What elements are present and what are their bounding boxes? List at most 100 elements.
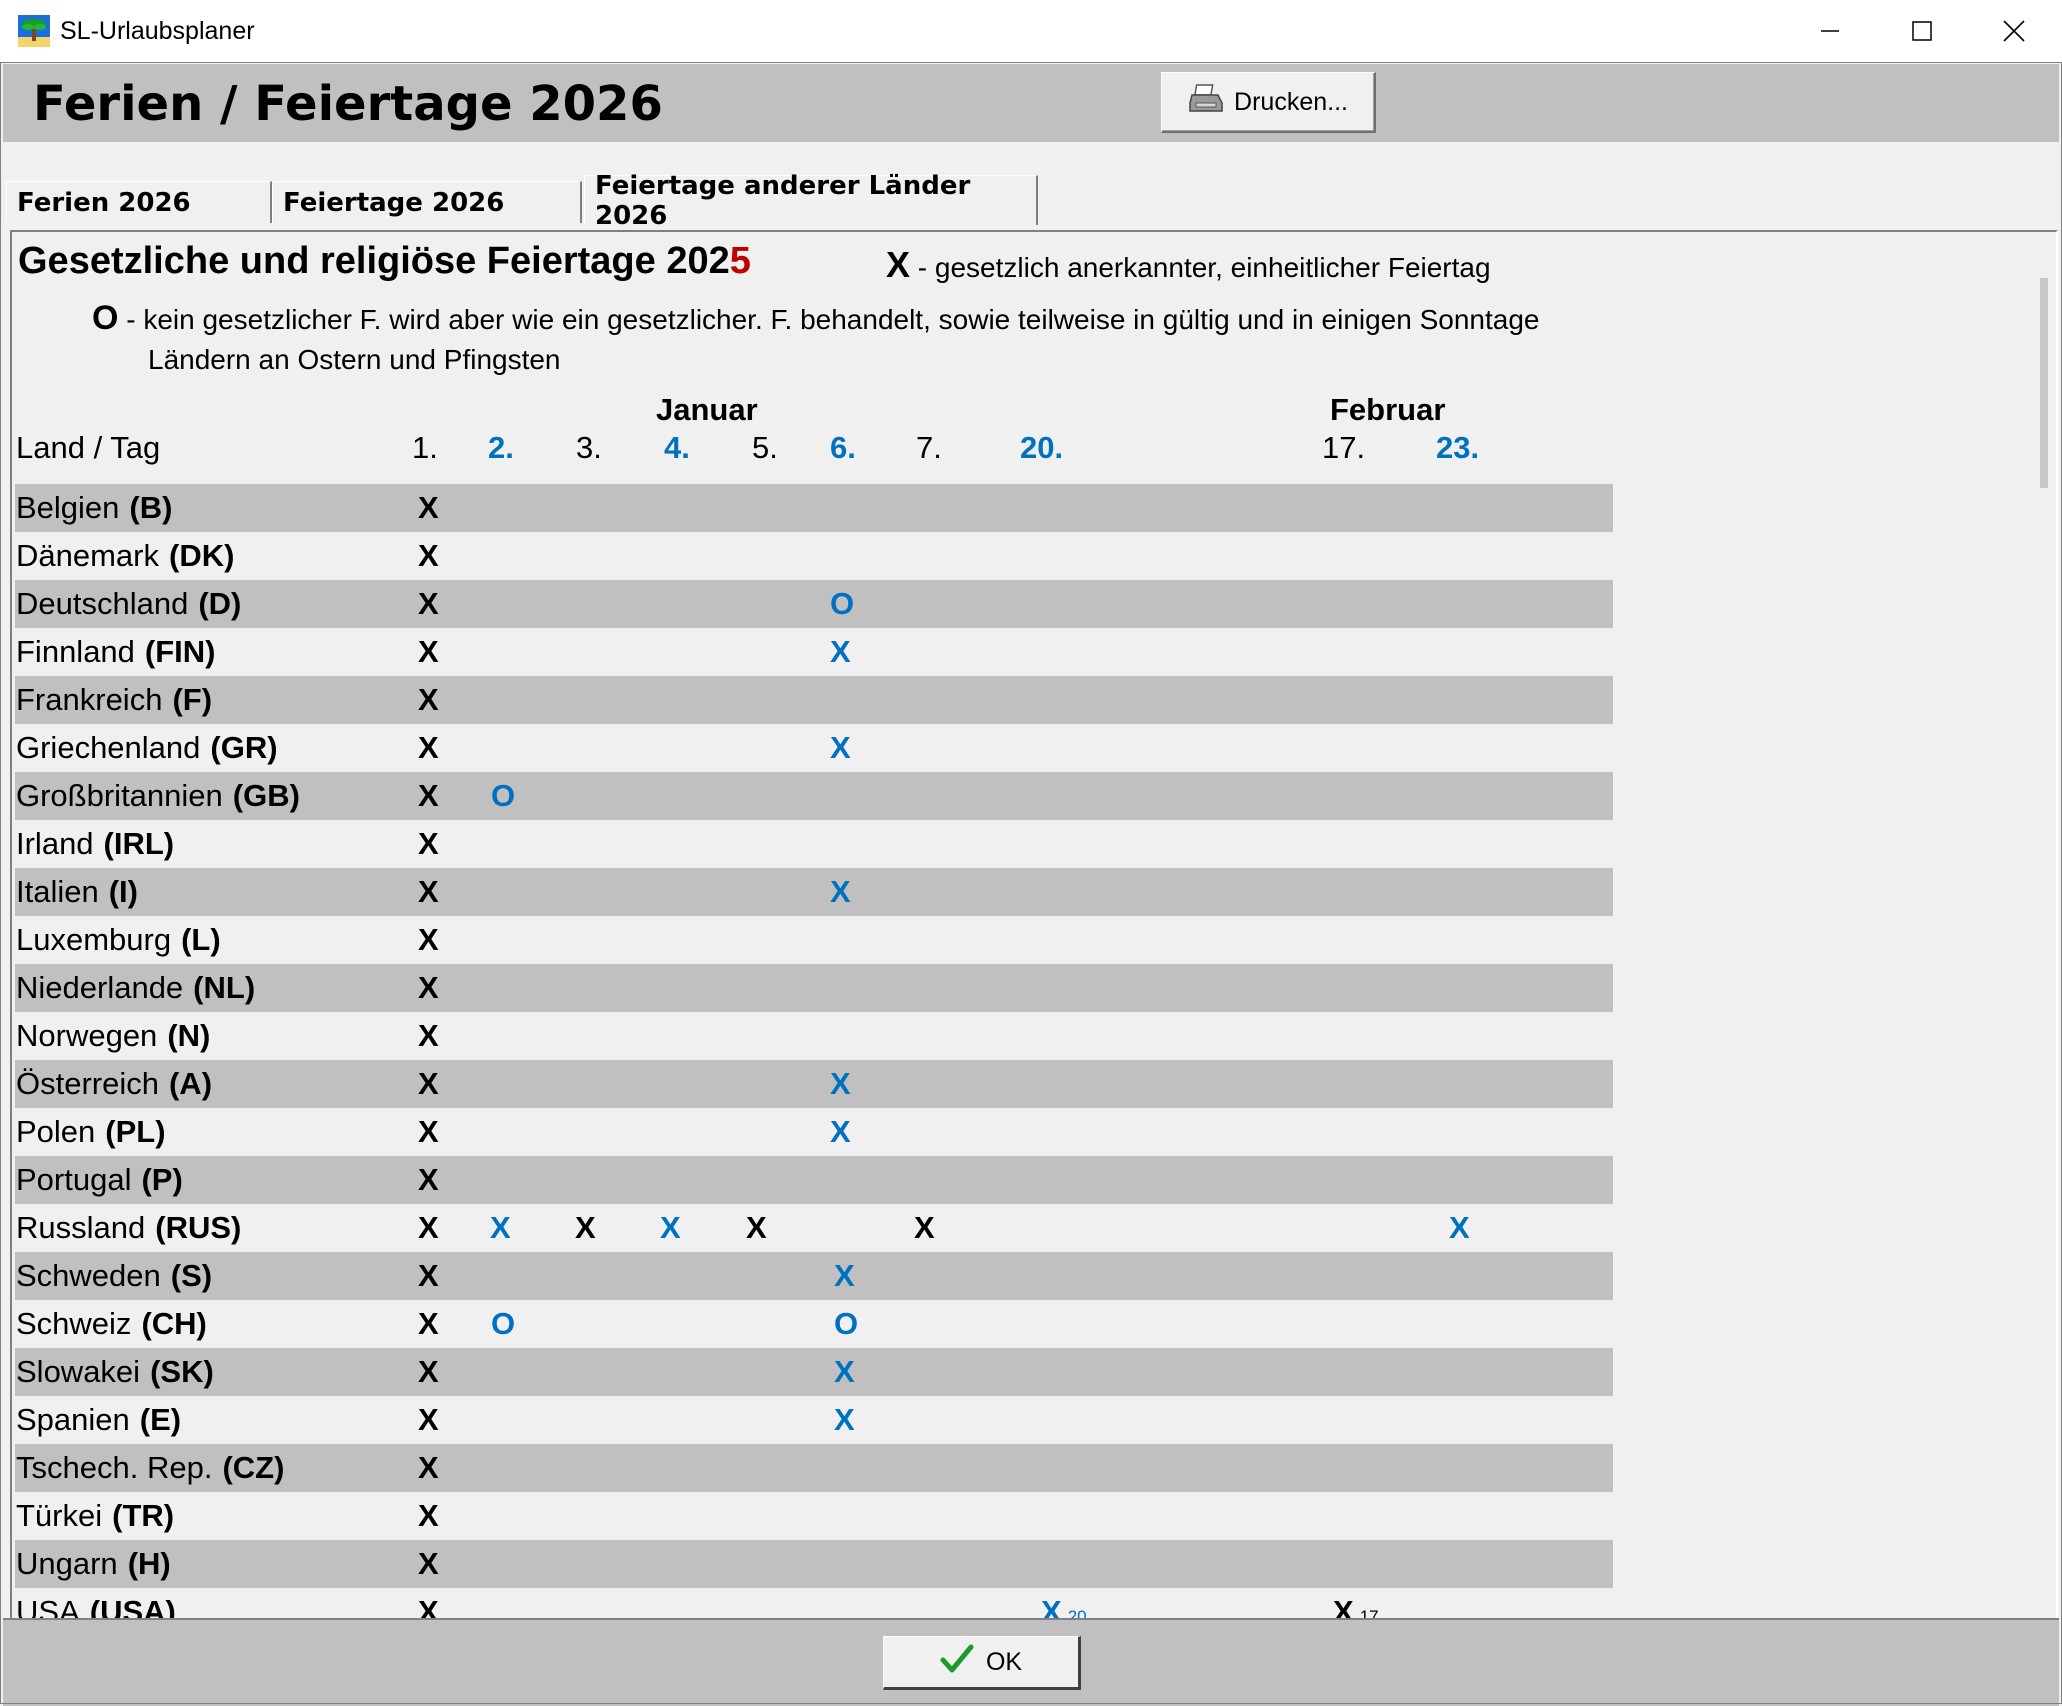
table-row: Italien (I) X X: [15, 868, 1613, 916]
country-name: Irland (IRL): [16, 826, 175, 861]
table-row: Türkei (TR) X: [15, 1492, 1613, 1540]
holiday-mark: O: [830, 586, 855, 621]
table-row: Dänemark (DK) X: [15, 532, 1613, 580]
header-band: Ferien / Feiertage 2026 Drucken...: [3, 64, 2059, 144]
holiday-mark: X: [834, 1402, 855, 1437]
table-row: Ungarn (H) X: [15, 1540, 1613, 1588]
maximize-icon: [1912, 21, 1932, 41]
country-name: Russland (RUS): [16, 1210, 242, 1245]
holiday-mark: X: [914, 1210, 935, 1245]
day-header: 2.: [488, 430, 514, 465]
holiday-mark: X: [830, 874, 851, 909]
holiday-mark: X: [418, 874, 439, 909]
table-row: USA (USA) X X 20 X 17: [15, 1588, 1613, 1620]
tab-feiertage[interactable]: Feiertage 2026: [272, 181, 582, 223]
day-header: 23.: [1436, 430, 1480, 465]
holiday-mark: X: [834, 1258, 855, 1293]
tab-feiertage-andere-laender[interactable]: Feiertage anderer Länder 2026: [584, 171, 1038, 231]
table-row: Österreich (A) X X: [15, 1060, 1613, 1108]
country-name: Polen (PL): [16, 1114, 166, 1149]
holiday-mark: X 17: [1333, 1594, 1379, 1620]
table-row: Tschech. Rep. (CZ) X: [15, 1444, 1613, 1492]
country-name: Spanien (E): [16, 1402, 182, 1437]
country-name: Niederlande (NL): [16, 970, 256, 1005]
holiday-mark: X: [418, 538, 439, 573]
table-row: Frankreich (F) X: [15, 676, 1613, 724]
holiday-mark: X: [746, 1210, 767, 1245]
month-januar: Januar: [656, 392, 758, 427]
country-name: USA (USA): [16, 1594, 176, 1620]
day-header: 20.: [1020, 430, 1064, 465]
holiday-mark: X: [660, 1210, 681, 1245]
vertical-scrollbar[interactable]: [2040, 278, 2048, 488]
holiday-mark: X: [418, 1258, 439, 1293]
holiday-mark: X: [418, 1402, 439, 1437]
country-name: Norwegen (N): [16, 1018, 211, 1053]
print-button[interactable]: Drucken...: [1161, 72, 1376, 133]
holiday-mark: X: [830, 1066, 851, 1101]
holiday-mark: X: [418, 634, 439, 669]
close-button[interactable]: [1968, 0, 2060, 62]
holiday-mark: X: [418, 1114, 439, 1149]
holiday-mark: O: [491, 1306, 516, 1341]
holiday-mark: X: [830, 1114, 851, 1149]
table-row: Spanien (E) X X: [15, 1396, 1613, 1444]
country-name: Italien (I): [16, 874, 138, 909]
day-header: 3.: [576, 430, 602, 465]
holiday-mark: X: [830, 634, 851, 669]
holiday-mark: X: [418, 1018, 439, 1053]
holiday-mark: X 20: [1041, 1594, 1087, 1620]
country-name: Dänemark (DK): [16, 538, 235, 573]
holiday-mark: X: [418, 826, 439, 861]
country-name: Slowakei (SK): [16, 1354, 214, 1389]
day-header: 1.: [412, 430, 438, 465]
country-name: Griechenland (GR): [16, 730, 278, 765]
table-row: Schweden (S) X X: [15, 1252, 1613, 1300]
holiday-mark: X: [418, 490, 439, 525]
country-name: Türkei (TR): [16, 1498, 175, 1533]
holiday-mark: X: [418, 586, 439, 621]
table-row: Norwegen (N) X: [15, 1012, 1613, 1060]
minimize-icon: [1821, 30, 1839, 32]
country-name: Luxemburg (L): [16, 922, 221, 957]
legend-x-symbol: X: [886, 244, 911, 285]
country-name: Tschech. Rep. (CZ): [16, 1450, 285, 1485]
table-row: Portugal (P) X: [15, 1156, 1613, 1204]
country-name: Ungarn (H): [16, 1546, 171, 1581]
holiday-mark: O: [491, 778, 516, 813]
printer-icon: [1188, 83, 1224, 122]
holiday-mark: X: [1449, 1210, 1470, 1245]
month-februar: Februar: [1330, 392, 1446, 427]
country-name: Schweiz (CH): [16, 1306, 207, 1341]
minimize-button[interactable]: [1784, 0, 1876, 62]
holiday-mark: X: [418, 970, 439, 1005]
holiday-mark: X: [834, 1354, 855, 1389]
palm-icon: [18, 15, 50, 47]
tab-ferien[interactable]: Ferien 2026: [6, 181, 272, 223]
holiday-mark: X: [418, 1162, 439, 1197]
legend-o-symbol: O: [92, 299, 119, 337]
holiday-mark: X: [418, 1450, 439, 1485]
column-header-land: Land / Tag: [16, 430, 161, 465]
holiday-mark: X: [418, 1066, 439, 1101]
legend-x-text: - gesetzlich anerkannter, einheitlicher …: [917, 252, 1491, 283]
legend-o-text-line2: Ländern an Ostern und Pfingsten: [148, 344, 561, 375]
title-bar: SL-Urlaubsplaner: [0, 0, 2062, 63]
footer-bar: OK: [3, 1618, 2059, 1706]
holiday-table-panel: Gesetzliche und religiöse Feiertage 2025…: [10, 230, 2058, 1620]
checkmark-icon: [940, 1644, 974, 1681]
holiday-mark: X: [418, 778, 439, 813]
maximize-button[interactable]: [1876, 0, 1968, 62]
country-name: Finnland (FIN): [16, 634, 216, 669]
holiday-mark: X: [830, 730, 851, 765]
holiday-mark: X: [418, 730, 439, 765]
country-name: Frankreich (F): [16, 682, 213, 717]
country-name: Österreich (A): [16, 1066, 213, 1101]
day-header: 6.: [830, 430, 856, 465]
day-header: 5.: [752, 430, 778, 465]
ok-button[interactable]: OK: [883, 1636, 1081, 1690]
holiday-mark: X: [418, 1210, 439, 1245]
day-header: 7.: [916, 430, 942, 465]
holiday-mark: X: [418, 682, 439, 717]
table-row: Finnland (FIN) X X: [15, 628, 1613, 676]
